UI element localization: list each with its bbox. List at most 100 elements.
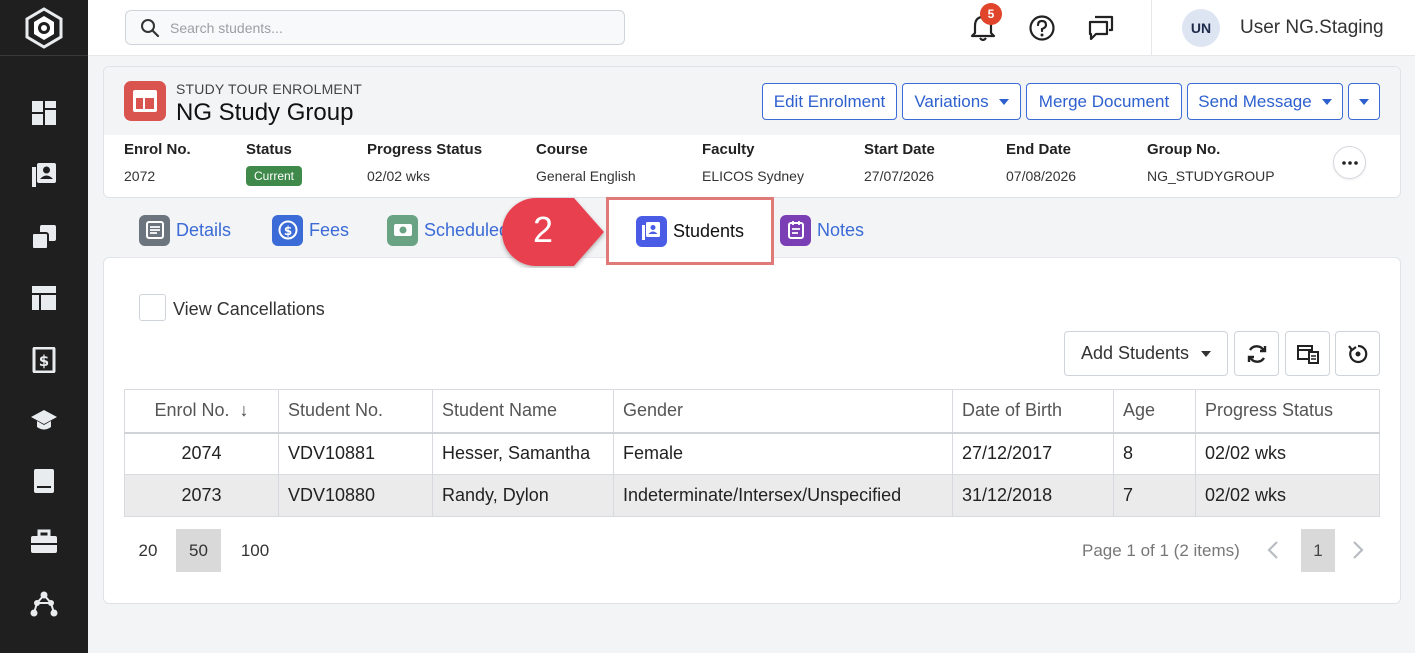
edit-enrolment-button[interactable]: Edit Enrolment (762, 83, 897, 120)
topbar-divider (1151, 0, 1152, 56)
step-number: 2 (532, 209, 554, 250)
col-label: Date of Birth (962, 400, 1063, 421)
tab-students[interactable]: Students (606, 197, 774, 265)
view-cancellations-checkbox[interactable] (139, 294, 166, 321)
help-button[interactable] (1026, 12, 1058, 44)
nav-dashboard[interactable] (0, 93, 88, 133)
search-box[interactable] (125, 10, 625, 45)
gender-cell: Female (613, 432, 953, 475)
info-label: Course (536, 141, 588, 158)
tab-fees[interactable]: $ Fees (272, 213, 349, 247)
dob-cell: 27/12/2017 (952, 432, 1114, 475)
enrol-no-link[interactable]: 2074 (124, 432, 279, 475)
tab-label: Scheduled (424, 219, 510, 240)
avatar[interactable]: UN (1182, 9, 1220, 47)
info-label: End Date (1006, 141, 1072, 158)
col-gender[interactable]: Gender (613, 389, 953, 434)
progress-cell: 02/02 wks (1195, 474, 1380, 517)
info-end-date: End Date 07/08/2026 (1006, 141, 1076, 184)
info-value: ELICOS Sydney (702, 168, 804, 184)
info-faculty: Faculty ELICOS Sydney (702, 141, 804, 184)
info-value: General English (536, 168, 636, 184)
nav-finance[interactable]: $ (0, 340, 88, 380)
nav-students[interactable] (0, 155, 88, 195)
student-name-link[interactable]: Randy, Dylon (432, 474, 614, 517)
tab-label: Notes (817, 219, 865, 240)
col-label: Progress Status (1205, 400, 1334, 421)
student-name-link[interactable]: Hesser, Samantha (432, 432, 614, 475)
col-label: Enrol No. (154, 400, 230, 421)
merge-document-button[interactable]: Merge Document (1026, 83, 1182, 120)
table-row[interactable]: 2074 VDV10881 Hesser, Samantha Female 27… (124, 432, 1380, 475)
info-start-date: Start Date 27/07/2026 (864, 141, 935, 184)
info-value: 07/08/2026 (1006, 168, 1077, 184)
chevron-down-icon (1321, 98, 1332, 105)
tab-scheduled[interactable]: Scheduled (387, 213, 509, 247)
age-cell: 7 (1113, 474, 1196, 517)
status-badge: Current (246, 166, 303, 186)
edit-enrolment-label: Edit Enrolment (773, 91, 886, 111)
svg-text:$: $ (39, 352, 49, 370)
prev-page-button[interactable] (1258, 535, 1288, 565)
page-info: Page 1 of 1 (2 items) (1082, 541, 1240, 560)
chevron-down-icon (998, 98, 1009, 105)
add-students-dropdown[interactable]: Add Students (1064, 331, 1228, 376)
info-label: Start Date (864, 141, 935, 158)
search-input[interactable] (170, 19, 590, 36)
variations-label: Variations (914, 91, 989, 111)
table-row[interactable]: 2073 VDV10880 Randy, Dylon Indeterminate… (124, 474, 1380, 517)
app-logo[interactable] (0, 0, 88, 56)
col-student-no[interactable]: Student No. (278, 389, 433, 434)
column-chooser-button[interactable] (1285, 331, 1330, 376)
page-title: NG Study Group (176, 99, 354, 126)
enrol-no-link[interactable]: 2073 (124, 474, 279, 517)
nav-library[interactable] (0, 461, 88, 501)
page-number-button[interactable]: 1 (1301, 529, 1335, 572)
col-student-name[interactable]: Student Name (432, 389, 614, 434)
document-icon (139, 214, 170, 246)
next-page-button[interactable] (1343, 535, 1373, 565)
group-link[interactable]: NG_STUDYGROUP (1147, 168, 1275, 184)
nav-agents[interactable] (0, 522, 88, 562)
more-options-button[interactable] (1333, 146, 1366, 179)
user-name[interactable]: User NG.Staging (1240, 17, 1384, 39)
info-enrol-no: Enrol No. 2072 (124, 141, 191, 184)
nav-layout[interactable] (0, 278, 88, 318)
top-bar: 5 UN User NG.Staging (88, 0, 1415, 56)
page-size-50[interactable]: 50 (176, 529, 221, 572)
reset-layout-button[interactable] (1335, 331, 1380, 376)
refresh-button[interactable] (1234, 331, 1279, 376)
age-cell: 8 (1113, 432, 1196, 475)
student-no-link[interactable]: VDV10881 (278, 432, 433, 475)
tab-notes[interactable]: Notes (780, 213, 864, 247)
col-progress[interactable]: Progress Status (1195, 389, 1380, 434)
notes-icon (780, 214, 811, 246)
info-progress: Progress Status 02/02 wks (367, 141, 482, 184)
page-size-20[interactable]: 20 (130, 529, 166, 572)
nav-network[interactable] (0, 584, 88, 624)
col-dob[interactable]: Date of Birth (952, 389, 1114, 434)
page-size-100[interactable]: 100 (232, 529, 278, 572)
info-label: Status (246, 141, 292, 158)
col-age[interactable]: Age (1113, 389, 1196, 434)
student-no-link[interactable]: VDV10880 (278, 474, 433, 517)
info-course: Course General English (536, 141, 636, 184)
nav-courses[interactable] (0, 400, 88, 440)
col-enrol-no[interactable]: Enrol No. ↓ (124, 389, 279, 434)
nav-enrolments[interactable] (0, 217, 88, 257)
logo-icon (25, 6, 63, 49)
send-message-dropdown[interactable]: Send Message (1187, 83, 1343, 120)
col-label: Student Name (442, 400, 558, 421)
layout-icon (32, 286, 56, 310)
info-group-no: Group No. NG_STUDYGROUP (1147, 141, 1275, 184)
enrolment-header: STUDY TOUR ENROLMENT NG Study Group Edit… (103, 66, 1401, 198)
messages-button[interactable] (1085, 12, 1117, 44)
variations-dropdown[interactable]: Variations (902, 83, 1021, 120)
notification-badge: 5 (980, 3, 1002, 25)
add-students-label: Add Students (1080, 343, 1190, 363)
tab-details[interactable]: Details (139, 213, 231, 247)
more-actions-dropdown[interactable] (1348, 83, 1380, 120)
help-icon (1029, 15, 1055, 41)
tab-label: Students (672, 220, 745, 241)
student-card-icon (635, 215, 667, 247)
